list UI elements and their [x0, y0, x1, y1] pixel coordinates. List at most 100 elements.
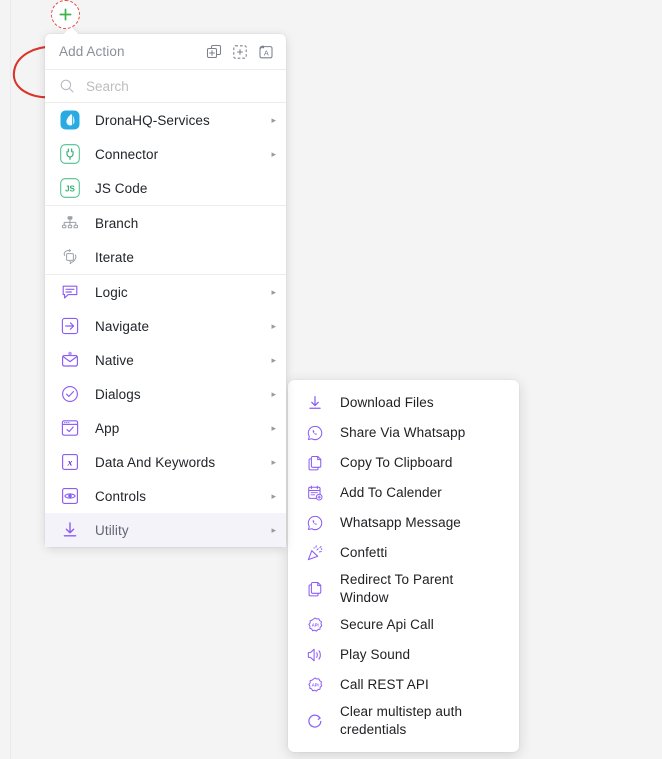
submenu-item-label: Call REST API: [340, 677, 429, 692]
menu-item-label: JS Code: [95, 180, 148, 196]
canvas-left-rule: [10, 0, 11, 759]
menu-item-label: Connector: [95, 146, 159, 162]
controls-eye-icon: [59, 485, 81, 507]
submenu-item-label: Secure Api Call: [340, 617, 434, 632]
whatsapp-icon: [304, 422, 326, 444]
add-action-node-button[interactable]: [51, 0, 80, 29]
connector-plug-icon: [59, 143, 81, 165]
submenu-item-play-sound[interactable]: Play Sound: [288, 640, 519, 670]
chevron-right-icon: ▸: [271, 320, 276, 331]
utility-download-icon: [59, 519, 81, 541]
chevron-right-icon: ▸: [271, 524, 276, 535]
copy-icon: [304, 578, 326, 600]
submenu-item-copy-to-clipboard[interactable]: Copy To Clipboard: [288, 448, 519, 478]
menu-item-logic[interactable]: Logic ▸: [45, 275, 286, 309]
menu-item-label: Branch: [95, 215, 139, 231]
branch-icon: [59, 212, 81, 234]
menu-item-app[interactable]: App ▸: [45, 411, 286, 445]
download-icon: [304, 392, 326, 414]
menu-item-navigate[interactable]: Navigate ▸: [45, 309, 286, 343]
menu-item-label: App: [95, 420, 120, 436]
submenu-item-label: Copy To Clipboard: [340, 455, 453, 470]
menu-item-data-and-keywords[interactable]: x Data And Keywords ▸: [45, 445, 286, 479]
app-window-icon: [59, 417, 81, 439]
refresh-icon: [304, 710, 326, 732]
logic-icon: [59, 281, 81, 303]
menu-header-actions: A: [205, 43, 274, 60]
menu-item-native[interactable]: Native ▸: [45, 343, 286, 377]
menu-title: Add Action: [59, 44, 125, 59]
chevron-right-icon: ▸: [271, 456, 276, 467]
search-icon: [60, 79, 74, 93]
svg-text:x: x: [67, 458, 73, 469]
submenu-item-label: Clear multistep auth credentials: [340, 704, 463, 737]
chevron-right-icon: ▸: [271, 490, 276, 501]
chevron-right-icon: ▸: [271, 388, 276, 399]
menu-item-iterate[interactable]: Iterate: [45, 240, 286, 274]
submenu-item-confetti[interactable]: Confetti: [288, 538, 519, 568]
menu-item-label: Utility: [95, 522, 129, 538]
menu-item-utility[interactable]: Utility ▸: [45, 513, 286, 547]
submenu-item-label: Download Files: [340, 395, 434, 410]
submenu-item-clear-multistep-auth-credentials[interactable]: Clear multistep auth credentials: [288, 700, 519, 742]
dronahq-icon: [59, 109, 81, 131]
chevron-right-icon: ▸: [271, 422, 276, 433]
add-action-menu: Add Action A Search DronaHQ-Services ▸ C…: [45, 34, 286, 547]
submenu-item-label: Add To Calender: [340, 485, 442, 500]
menu-item-label: Data And Keywords: [95, 454, 216, 470]
svg-text:API: API: [312, 682, 319, 687]
submenu-item-secure-api-call[interactable]: API Secure Api Call: [288, 610, 519, 640]
menu-header: Add Action A: [45, 34, 286, 70]
secure-api-icon: API: [304, 614, 326, 636]
search-input[interactable]: [86, 76, 274, 96]
dashed-box-add-icon[interactable]: [231, 43, 248, 60]
submenu-item-whatsapp-message[interactable]: Whatsapp Message: [288, 508, 519, 538]
navigate-arrow-icon: [59, 315, 81, 337]
calendar-add-icon: [304, 482, 326, 504]
menu-item-label: Controls: [95, 488, 147, 504]
menu-item-label: DronaHQ-Services: [95, 112, 210, 128]
menu-group-flow: Branch Iterate: [45, 206, 286, 275]
chevron-right-icon: ▸: [271, 286, 276, 297]
submenu-item-add-to-calender[interactable]: Add To Calender: [288, 478, 519, 508]
chevron-right-icon: ▸: [271, 114, 276, 125]
submenu-item-call-rest-api[interactable]: API Call REST API: [288, 670, 519, 700]
confetti-icon: [304, 542, 326, 564]
submenu-item-label: Share Via Whatsapp: [340, 425, 466, 440]
plus-icon: [59, 8, 72, 21]
submenu-item-redirect-to-parent-window[interactable]: Redirect To Parent Window: [288, 568, 519, 610]
svg-text:JS: JS: [65, 184, 75, 193]
submenu-item-share-via-whatsapp[interactable]: Share Via Whatsapp: [288, 418, 519, 448]
submenu-item-label: Redirect To Parent Window: [340, 572, 454, 605]
utility-submenu: Download Files Share Via Whatsapp Copy T…: [288, 380, 519, 752]
submenu-item-download-files[interactable]: Download Files: [288, 388, 519, 418]
menu-item-label: Native: [95, 352, 134, 368]
menu-group-actions: Logic ▸ Navigate ▸ Native ▸ Dialogs ▸ Ap…: [45, 275, 286, 547]
menu-item-dronahq-services[interactable]: DronaHQ-Services ▸: [45, 103, 286, 137]
annotate-text-icon[interactable]: A: [257, 43, 274, 60]
duplicate-add-icon[interactable]: [205, 43, 222, 60]
speaker-icon: [304, 644, 326, 666]
menu-item-label: Logic: [95, 284, 128, 300]
menu-search-row: [45, 70, 286, 103]
rest-api-icon: API: [304, 674, 326, 696]
iterate-icon: [59, 246, 81, 268]
native-mail-icon: [59, 349, 81, 371]
menu-item-js-code[interactable]: JS JS Code: [45, 171, 286, 205]
chevron-right-icon: ▸: [271, 354, 276, 365]
menu-item-controls[interactable]: Controls ▸: [45, 479, 286, 513]
menu-item-label: Iterate: [95, 249, 134, 265]
svg-text:A: A: [263, 48, 268, 57]
js-code-icon: JS: [59, 177, 81, 199]
whatsapp-icon: [304, 512, 326, 534]
menu-item-branch[interactable]: Branch: [45, 206, 286, 240]
menu-item-connector[interactable]: Connector ▸: [45, 137, 286, 171]
submenu-item-label: Play Sound: [340, 647, 411, 662]
dialogs-check-icon: [59, 383, 81, 405]
menu-group-services: DronaHQ-Services ▸ Connector ▸ JS JS Cod…: [45, 103, 286, 206]
submenu-item-label: Confetti: [340, 545, 388, 560]
menu-item-label: Dialogs: [95, 386, 141, 402]
chevron-right-icon: ▸: [271, 148, 276, 159]
copy-icon: [304, 452, 326, 474]
menu-item-dialogs[interactable]: Dialogs ▸: [45, 377, 286, 411]
